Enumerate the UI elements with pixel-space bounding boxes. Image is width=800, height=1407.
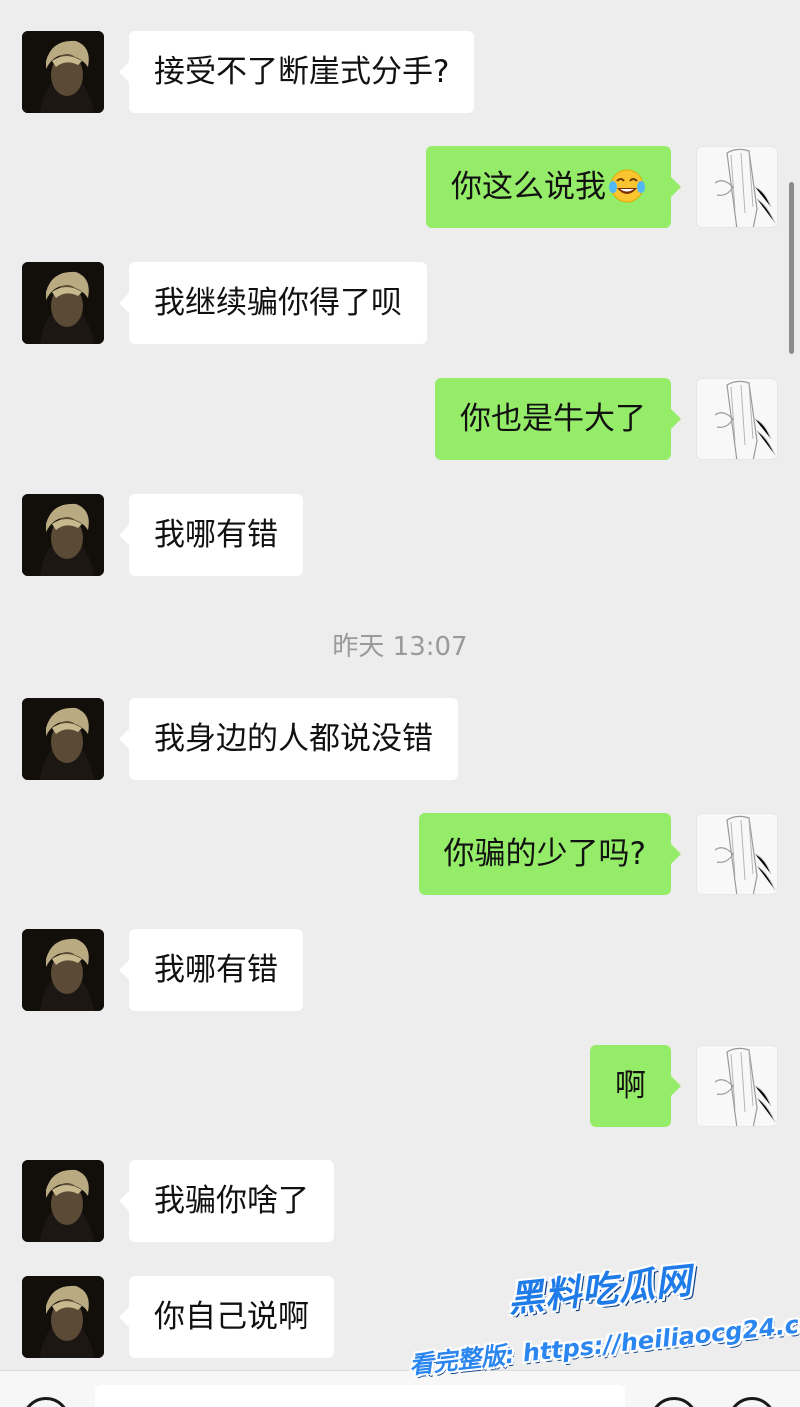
sent-message-bubble[interactable]: 啊 <box>590 1045 681 1127</box>
contact-avatar[interactable] <box>22 1276 104 1358</box>
contact-avatar[interactable] <box>22 31 104 113</box>
sketch-girl-avatar-icon <box>697 147 777 227</box>
received-message-bubble[interactable]: 我身边的人都说没错 <box>119 698 458 780</box>
more-button[interactable] <box>728 1397 776 1407</box>
sketch-girl-avatar-icon <box>697 1046 777 1126</box>
message-timestamp: 昨天 13:07 <box>332 632 468 662</box>
received-message-bubble[interactable]: 我哪有错 <box>119 929 303 1011</box>
voice-button[interactable] <box>22 1397 70 1407</box>
self-avatar[interactable] <box>696 813 778 895</box>
male-avatar-icon <box>22 31 104 113</box>
received-message-bubble[interactable]: 你自己说啊 <box>119 1276 334 1358</box>
sketch-girl-avatar-icon <box>697 814 777 894</box>
message-text: 你这么说我 <box>451 169 606 205</box>
male-avatar-icon <box>22 494 104 576</box>
tears-of-joy-emoji-icon <box>609 169 645 203</box>
male-avatar-icon <box>22 698 104 780</box>
self-avatar[interactable] <box>696 146 778 228</box>
emoji-button[interactable] <box>650 1397 698 1407</box>
male-avatar-icon <box>22 262 104 344</box>
contact-avatar[interactable] <box>22 929 104 1011</box>
male-avatar-icon <box>22 929 104 1011</box>
contact-avatar[interactable] <box>22 262 104 344</box>
male-avatar-icon <box>22 1160 104 1242</box>
received-message-bubble[interactable]: 我继续骗你得了呗 <box>119 262 427 344</box>
sketch-girl-avatar-icon <box>697 379 777 459</box>
sent-message-bubble[interactable]: 你这么说我 <box>426 146 681 228</box>
contact-avatar[interactable] <box>22 1160 104 1242</box>
self-avatar[interactable] <box>696 378 778 460</box>
received-message-bubble[interactable]: 我哪有错 <box>119 494 303 576</box>
contact-avatar[interactable] <box>22 698 104 780</box>
received-message-bubble[interactable]: 我骗你啥了 <box>119 1160 334 1242</box>
contact-avatar[interactable] <box>22 494 104 576</box>
male-avatar-icon <box>22 1276 104 1358</box>
sent-message-bubble[interactable]: 你骗的少了吗? <box>418 813 682 895</box>
chat-message-list[interactable]: 接受不了断崖式分手? 你这么说我 我继续骗你得了呗 你也是牛大了 我哪有错 昨天… <box>0 0 800 1370</box>
self-avatar[interactable] <box>696 1045 778 1127</box>
watermark-logo: 黑料吃瓜网 <box>505 1260 695 1321</box>
scrollbar[interactable] <box>789 182 794 354</box>
sent-message-bubble[interactable]: 你也是牛大了 <box>435 378 681 460</box>
received-message-bubble[interactable]: 接受不了断崖式分手? <box>118 31 475 113</box>
